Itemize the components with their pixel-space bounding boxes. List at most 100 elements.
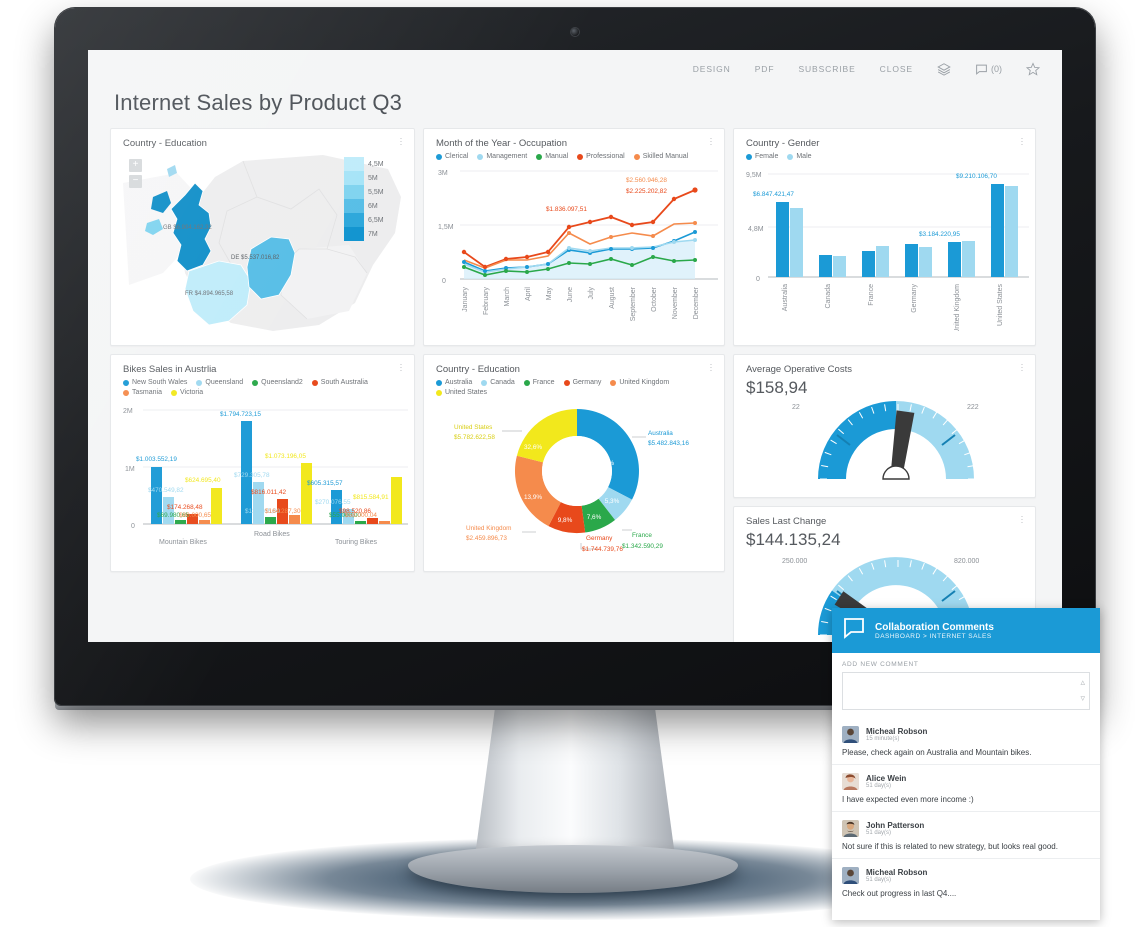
comment-time: 51 day(s): [866, 783, 892, 789]
bar-annotation: $1.794.723,15: [220, 411, 261, 418]
monitor-stand-neck: [475, 708, 675, 856]
bar-annotation: $3.184.220,95: [919, 231, 960, 238]
card-menu-button[interactable]: · · ·: [706, 134, 716, 149]
legend-item-queensland[interactable]: Queensland: [196, 379, 243, 386]
svg-text:August: August: [609, 287, 616, 309]
line-annotation: $2.225.202,82: [626, 188, 667, 195]
y-tick: 0: [442, 278, 446, 285]
legend-item-united-states[interactable]: United States: [436, 389, 487, 396]
gauge-max-label: 222: [967, 404, 979, 411]
svg-text:United Kingdom: United Kingdom: [954, 284, 961, 331]
legend-item-canada[interactable]: Canada: [481, 379, 515, 386]
x-tick: Mountain Bikes: [159, 539, 207, 546]
donut-chart-svg[interactable]: 30,9% 5,3% 7,6% 9,8% 13,9% 32,6% Austral…: [436, 399, 718, 559]
legend-item-australia[interactable]: Australia: [436, 379, 472, 386]
comment-count: (0): [991, 64, 1002, 74]
legend-item-france[interactable]: France: [523, 379, 555, 386]
card-menu-button[interactable]: · · ·: [1017, 512, 1027, 527]
slice-pct: 5,3%: [605, 498, 620, 505]
legend-item-clerical[interactable]: Clerical: [436, 153, 468, 160]
y-tick: 9,5M: [746, 172, 762, 179]
svg-text:March: March: [504, 287, 511, 307]
card-country-gender-bar: · · · Country - Gender Female Male 9,5M 4,…: [733, 128, 1036, 346]
bar-annotation: $270.076,55: [315, 499, 351, 506]
y-tick: 3M: [438, 170, 448, 177]
star-icon[interactable]: [1026, 62, 1040, 76]
bar-chart-svg[interactable]: 9,5M 4,8M 0 $6.847.421,47 $3.184.220,95 …: [746, 163, 1029, 334]
svg-text:May: May: [546, 287, 553, 301]
map-zoom-out-button[interactable]: −: [129, 175, 142, 188]
map-label-de: DE $5.537.016,82: [231, 255, 280, 261]
legend-item-tasmania[interactable]: Tasmania: [123, 389, 162, 396]
avatar: [842, 726, 859, 743]
slice-pct: 13,9%: [524, 494, 542, 501]
card-menu-button[interactable]: · · ·: [1017, 360, 1027, 375]
legend-item-united-kingdom[interactable]: United Kingdom: [610, 379, 669, 386]
bar-annotation: $729.305,78: [234, 472, 270, 479]
layers-icon[interactable]: [937, 62, 951, 76]
card-menu-button[interactable]: · · ·: [396, 134, 406, 149]
card-title: Country - Gender: [746, 138, 820, 149]
legend-item-new-south-wales[interactable]: New South Wales: [123, 379, 187, 386]
card-menu-button[interactable]: · · ·: [396, 360, 406, 375]
y-tick: 4,8M: [748, 226, 764, 233]
comment-item[interactable]: Alice Wein 51 day(s) I have expected eve…: [832, 764, 1100, 811]
map-zoom-in-button[interactable]: +: [129, 159, 142, 172]
avatar: [842, 867, 859, 884]
chevron-down-icon[interactable]: ▿: [1080, 693, 1085, 704]
comment-item[interactable]: Micheal Robson 51 day(s) Check out progr…: [832, 858, 1100, 905]
svg-text:June: June: [567, 287, 574, 302]
bar-annotation: $624.695,40: [185, 477, 221, 484]
map-legend-item: 7M: [344, 227, 396, 241]
comment-author: Alice Wein: [866, 774, 907, 783]
map-canvas[interactable]: + − GB $6.904.162,32 DE $5.537.016,82 FR…: [123, 153, 404, 338]
comment-icon[interactable]: (0): [975, 63, 1002, 76]
donut-callout-value: $5.482.843,16: [648, 440, 689, 447]
y-tick: 0: [756, 276, 760, 283]
donut-callout-value: $1.744.739,76: [582, 546, 623, 553]
bar-annotation: $470.549,82: [148, 487, 184, 494]
donut-callout-label: Germany: [586, 535, 613, 542]
card-menu-button[interactable]: · · ·: [1017, 134, 1027, 149]
legend-item-manual[interactable]: Manual: [536, 153, 568, 160]
card-menu-button[interactable]: · · ·: [706, 360, 716, 375]
legend-item-germany[interactable]: Germany: [563, 379, 601, 386]
card-country-education-donut: · · · Country - Education Australia Canada…: [423, 354, 725, 572]
toolbar-pdf-button[interactable]: PDF: [755, 64, 775, 74]
legend-item-victoria[interactable]: Victoria: [170, 389, 203, 396]
legend-item-male[interactable]: Male: [787, 153, 812, 160]
legend-item-queensland2[interactable]: Queensland2: [252, 379, 303, 386]
toolbar-subscribe-button[interactable]: SUBSCRIBE: [798, 64, 855, 74]
legend-item-skilled-manual[interactable]: Skilled Manual: [633, 153, 688, 160]
map-legend: 4,5M 5M 5,5M 6M 6,5M 7M: [344, 157, 396, 241]
bar-annotation: $80.000,65: [179, 512, 211, 519]
bar-chart-svg[interactable]: 2M 1M 0 $1.003.552,19 $470.549,82 $69.98…: [123, 399, 408, 559]
svg-text:April: April: [525, 287, 532, 301]
dashboard-grid: · · · Country - Education + − GB $6.904.…: [88, 128, 1062, 642]
comment-item[interactable]: John Patterson 51 day(s) Not sure if thi…: [832, 811, 1100, 858]
gauge-max-label: 820.000: [954, 558, 979, 565]
legend-item-professional[interactable]: Professional: [577, 153, 625, 160]
line-chart-svg[interactable]: 3M 1,5M 0 $1.836.097,51 $2.225.202,82 $2…: [436, 163, 718, 323]
chart-legend: Female Male: [746, 153, 1025, 160]
svg-text:September: September: [630, 286, 637, 321]
donut-callout-label: United Kingdom: [466, 525, 511, 532]
map-legend-item: 4,5M: [344, 157, 396, 171]
map-label-fr: FR $4.894.965,58: [185, 291, 234, 297]
card-title: Country - Education: [123, 138, 207, 149]
line-annotation: $2.560.946,28: [626, 177, 667, 184]
toolbar-design-button[interactable]: DESIGN: [693, 64, 731, 74]
bar-annotation: $9.210.106,70: [956, 173, 997, 180]
gauge-svg[interactable]: 22 222: [744, 383, 1029, 487]
dashboard: DESIGN PDF SUBSCRIBE CLOSE (0) Internet …: [88, 50, 1062, 642]
svg-text:Canada: Canada: [825, 284, 832, 309]
comment-text: Please, check again on Australia and Mou…: [842, 748, 1032, 757]
legend-item-female[interactable]: Female: [746, 153, 778, 160]
legend-item-management[interactable]: Management: [477, 153, 527, 160]
legend-item-south-australia[interactable]: South Australia: [311, 379, 368, 386]
comment-item[interactable]: Micheal Robson 15 minute(s) Please, chec…: [832, 718, 1100, 764]
chevron-up-icon[interactable]: ▵: [1080, 677, 1085, 688]
toolbar-close-button[interactable]: CLOSE: [880, 64, 913, 74]
add-comment-input[interactable]: ▵ ▿: [842, 672, 1090, 710]
svg-text:Germany: Germany: [911, 284, 918, 313]
